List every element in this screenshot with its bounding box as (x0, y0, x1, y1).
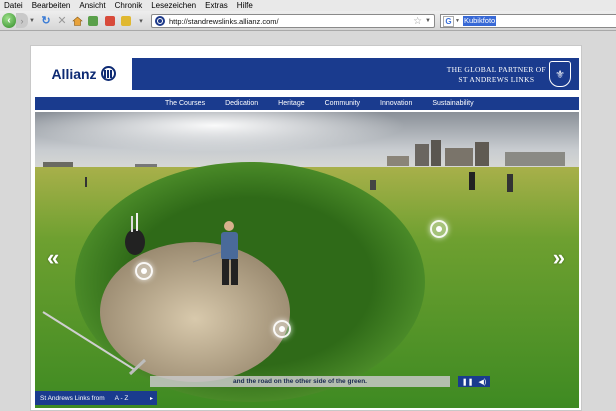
panorama-hotspot[interactable] (135, 262, 153, 280)
panorama-prev-arrow-icon[interactable]: « (47, 247, 60, 269)
nav-item-dedication[interactable]: Dedication (225, 100, 258, 107)
reload-button[interactable]: ↻ (40, 13, 52, 28)
partner-line-2: ST ANDREWS LINKS (458, 75, 535, 84)
forward-button[interactable]: › (16, 13, 28, 28)
url-dropdown-icon[interactable]: ▼ (425, 18, 431, 24)
expand-arrow-icon[interactable]: ▸ (150, 395, 153, 402)
links-az-bar[interactable]: St Andrews Links from A - Z ▸ (35, 391, 157, 405)
menu-item-lesezeichen[interactable]: Lesezeichen (151, 0, 196, 11)
menu-item-datei[interactable]: Datei (4, 0, 23, 11)
forward-icon: › (20, 15, 24, 26)
site-favicon-icon (155, 16, 165, 26)
az-link[interactable]: A - Z (115, 395, 129, 402)
panorama-caption: and the road on the other side of the gr… (150, 376, 450, 387)
back-button[interactable]: ‹ (2, 13, 16, 28)
volume-icon[interactable]: ◀) (479, 378, 487, 386)
panorama-viewer[interactable]: « » and the road on the other side of th… (35, 112, 579, 408)
search-bar[interactable]: G ▼ Kubikfoto (440, 14, 616, 28)
menu-item-ansicht[interactable]: Ansicht (79, 0, 105, 11)
allianz-logo[interactable]: Allianz (35, 55, 132, 92)
nav-item-innovation[interactable]: Innovation (380, 100, 412, 107)
home-icon (71, 16, 83, 26)
search-engine-icon[interactable]: G (443, 15, 454, 27)
toolbar-overflow-button[interactable]: ▾ (136, 13, 146, 28)
bookmark-icon (88, 15, 98, 26)
nav-item-heritage[interactable]: Heritage (278, 100, 304, 107)
st-andrews-crest-icon: ⚜ (549, 61, 571, 87)
pause-icon[interactable]: ❚❚ (462, 378, 474, 386)
panorama-image[interactable] (35, 112, 579, 408)
menu-item-extras[interactable]: Extras (205, 0, 228, 11)
addon-toolbar-button[interactable] (104, 13, 116, 28)
url-text[interactable]: http://standrewslinks.allianz.com/ (169, 17, 413, 26)
history-dropdown-button[interactable]: ▼ (29, 13, 35, 28)
menu-item-hilfe[interactable]: Hilfe (237, 0, 253, 11)
search-input[interactable]: Kubikfoto (462, 16, 497, 26)
browser-navbar: ‹ › ▼ ↻ ✕ ▾ http://standrewslinks.allian… (0, 11, 616, 31)
partner-tagline: THE GLOBAL PARTNER OF ST ANDREWS LINKS (447, 65, 546, 85)
site-nav: The Courses Dedication Heritage Communit… (35, 97, 579, 110)
url-bar[interactable]: http://standrewslinks.allianz.com/ ☆ ▼ (151, 14, 435, 28)
menu-item-bearbeiten[interactable]: Bearbeiten (32, 0, 71, 11)
nav-item-community[interactable]: Community (325, 100, 360, 107)
back-icon: ‹ (7, 15, 11, 26)
extension-icon (121, 15, 131, 26)
chevron-down-icon: ▼ (29, 17, 35, 24)
allianz-eagle-icon (100, 66, 116, 81)
nav-item-the-courses[interactable]: The Courses (165, 100, 205, 107)
logo-text: Allianz (51, 65, 97, 82)
reload-icon: ↻ (41, 15, 51, 27)
search-engine-dropdown-icon[interactable]: ▼ (455, 18, 460, 24)
nav-item-sustainability[interactable]: Sustainability (432, 100, 473, 107)
stop-button[interactable]: ✕ (56, 13, 68, 28)
chevron-down-icon: ▾ (139, 17, 143, 25)
bookmark-star-icon[interactable]: ☆ (413, 16, 422, 27)
home-button[interactable] (71, 13, 83, 28)
addon-icon (105, 15, 115, 26)
panorama-hotspot[interactable] (273, 320, 291, 338)
bookmark-toolbar-button[interactable] (87, 13, 99, 28)
panorama-next-arrow-icon[interactable]: » (553, 247, 566, 269)
partner-line-1: THE GLOBAL PARTNER OF (446, 65, 546, 74)
media-controls: ❚❚ ◀) (458, 376, 490, 387)
web-page: Allianz THE GLOBAL PARTNER OF ST ANDREWS… (30, 45, 582, 411)
browser-menubar: Datei Bearbeiten Ansicht Chronik Lesezei… (0, 0, 616, 11)
stop-icon: ✕ (57, 15, 67, 27)
panorama-hotspot[interactable] (430, 220, 448, 238)
extension-toolbar-button[interactable] (120, 13, 132, 28)
links-from-label: St Andrews Links from (40, 394, 105, 402)
site-header: Allianz THE GLOBAL PARTNER OF ST ANDREWS… (35, 55, 579, 92)
menu-item-chronik[interactable]: Chronik (115, 0, 143, 11)
